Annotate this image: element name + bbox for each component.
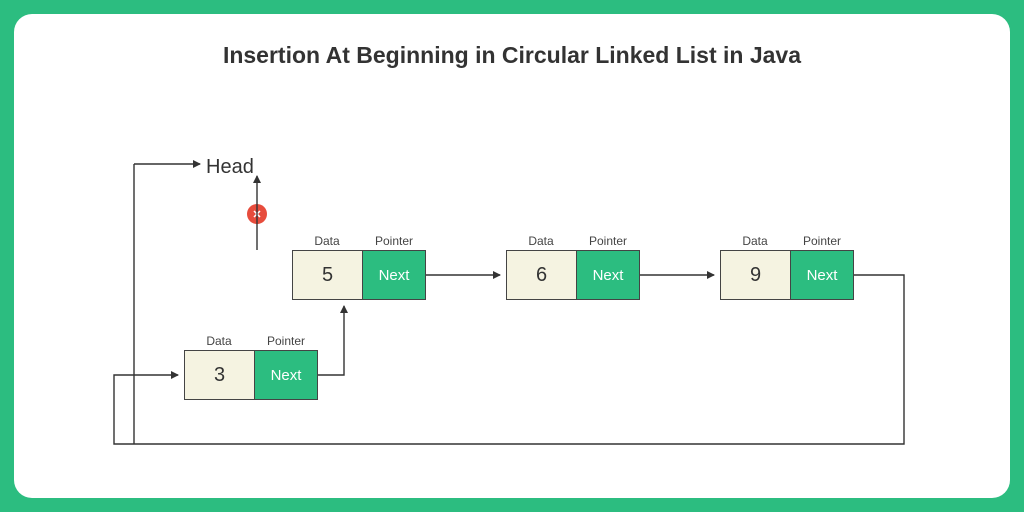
node-pointer: Next xyxy=(577,251,639,299)
cross-icon: ✕ xyxy=(247,204,267,224)
node-pointer: Next xyxy=(255,351,317,399)
diagram-card: Insertion At Beginning in Circular Linke… xyxy=(14,14,1010,498)
node-data: 3 xyxy=(185,351,255,399)
node-labels-new: DataPointer xyxy=(184,334,318,348)
node-labels-1: DataPointer xyxy=(292,234,426,248)
node-pointer: Next xyxy=(363,251,425,299)
node-labels-2: DataPointer xyxy=(506,234,640,248)
node-labels-3: DataPointer xyxy=(720,234,854,248)
diagram-title: Insertion At Beginning in Circular Linke… xyxy=(14,42,1010,69)
node-6: 6 Next xyxy=(506,250,640,300)
node-data: 9 xyxy=(721,251,791,299)
node-data: 5 xyxy=(293,251,363,299)
node-3-new: 3 Next xyxy=(184,350,318,400)
node-5: 5 Next xyxy=(292,250,426,300)
node-data: 6 xyxy=(507,251,577,299)
node-9: 9 Next xyxy=(720,250,854,300)
head-label: Head xyxy=(206,156,254,179)
node-pointer: Next xyxy=(791,251,853,299)
